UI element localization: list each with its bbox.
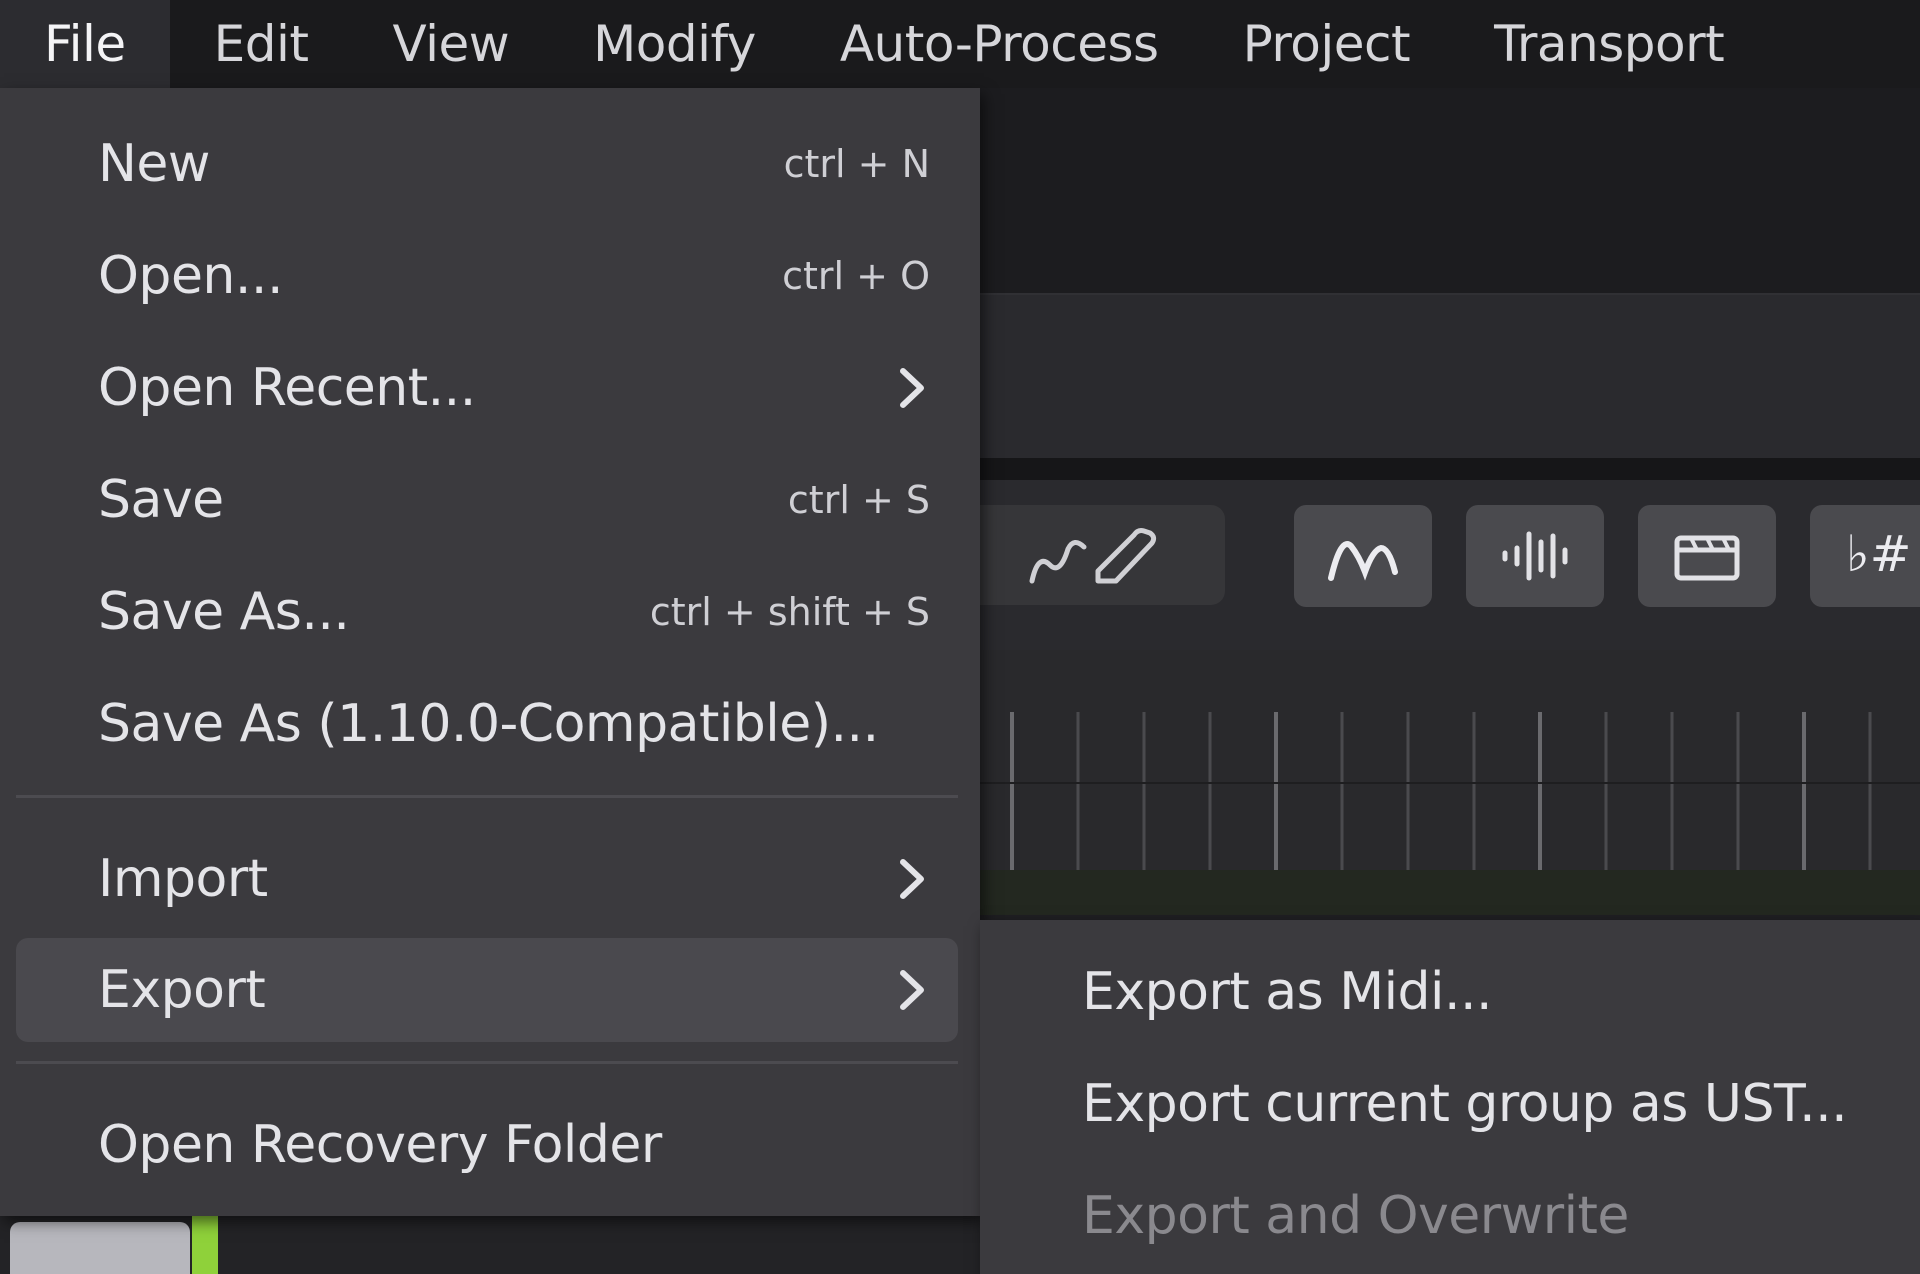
menu-item-open[interactable]: Open... ctrl + O xyxy=(16,224,958,328)
file-menu: New ctrl + N Open... ctrl + O Open Recen… xyxy=(0,88,980,1216)
chevron-right-icon xyxy=(894,965,930,1015)
waveform-icon xyxy=(1502,531,1568,581)
video-button[interactable] xyxy=(1638,505,1776,607)
menu-separator xyxy=(16,795,958,798)
menu-project[interactable]: Project xyxy=(1201,0,1453,88)
track-header xyxy=(10,1222,190,1274)
menu-bar: File Edit View Modify Auto-Process Proje… xyxy=(0,0,1920,88)
shortcut-label: ctrl + O xyxy=(782,254,930,298)
menu-item-label: Save As... xyxy=(98,582,350,642)
menu-item-export[interactable]: Export xyxy=(16,938,958,1042)
menu-item-open-recovery-folder[interactable]: Open Recovery Folder xyxy=(16,1093,958,1197)
menu-item-label: New xyxy=(98,134,210,194)
menu-item-open-recent[interactable]: Open Recent... xyxy=(16,336,958,440)
submenu-item-export-overwrite: Export and Overwrite xyxy=(1082,1186,1629,1246)
menu-item-label: Save As (1.10.0-Compatible)... xyxy=(98,694,879,754)
menu-item-label: Open... xyxy=(98,246,283,306)
menu-item-label: Import xyxy=(98,849,268,909)
export-submenu: Export as Midi... Export current group a… xyxy=(980,920,1920,1274)
menu-item-label: Export xyxy=(98,960,266,1020)
submenu-item-export-midi[interactable]: Export as Midi... xyxy=(980,940,1920,1044)
menu-item-save[interactable]: Save ctrl + S xyxy=(16,448,958,552)
menu-item-save-as-compatible[interactable]: Save As (1.10.0-Compatible)... xyxy=(16,672,958,776)
menu-transport[interactable]: Transport xyxy=(1452,0,1766,88)
menu-view[interactable]: View xyxy=(351,0,552,88)
menu-item-new[interactable]: New ctrl + N xyxy=(16,112,958,216)
shortcut-label: ctrl + N xyxy=(783,142,930,186)
menu-item-save-as[interactable]: Save As... ctrl + shift + S xyxy=(16,560,958,664)
pitch-curve-icon xyxy=(1328,541,1398,581)
shortcut-label: ctrl + S xyxy=(787,478,930,522)
waveform-button[interactable] xyxy=(1466,505,1604,607)
menu-file[interactable]: File xyxy=(0,0,170,88)
menu-item-import[interactable]: Import xyxy=(16,827,958,931)
playhead-marker xyxy=(192,1216,218,1274)
menu-separator xyxy=(16,1061,958,1064)
submenu-item-export-ust[interactable]: Export current group as UST... xyxy=(980,1052,1920,1156)
pitch-curve-button[interactable] xyxy=(1294,505,1432,607)
draw-tool-group xyxy=(937,505,1225,605)
chevron-right-icon xyxy=(894,854,930,904)
flat-sharp-icon: ♭# xyxy=(1846,525,1912,583)
menu-modify[interactable]: Modify xyxy=(551,0,798,88)
key-signature-button[interactable]: ♭# xyxy=(1810,505,1920,607)
menu-edit[interactable]: Edit xyxy=(170,0,351,88)
shortcut-label: ctrl + shift + S xyxy=(649,590,930,634)
clapperboard-icon xyxy=(1674,535,1740,581)
chevron-right-icon xyxy=(894,363,930,413)
menu-item-label: Open Recovery Folder xyxy=(98,1115,662,1175)
menu-auto-process[interactable]: Auto-Process xyxy=(798,0,1201,88)
menu-item-label: Save xyxy=(98,470,224,530)
menu-item-label: Open Recent... xyxy=(98,358,476,418)
